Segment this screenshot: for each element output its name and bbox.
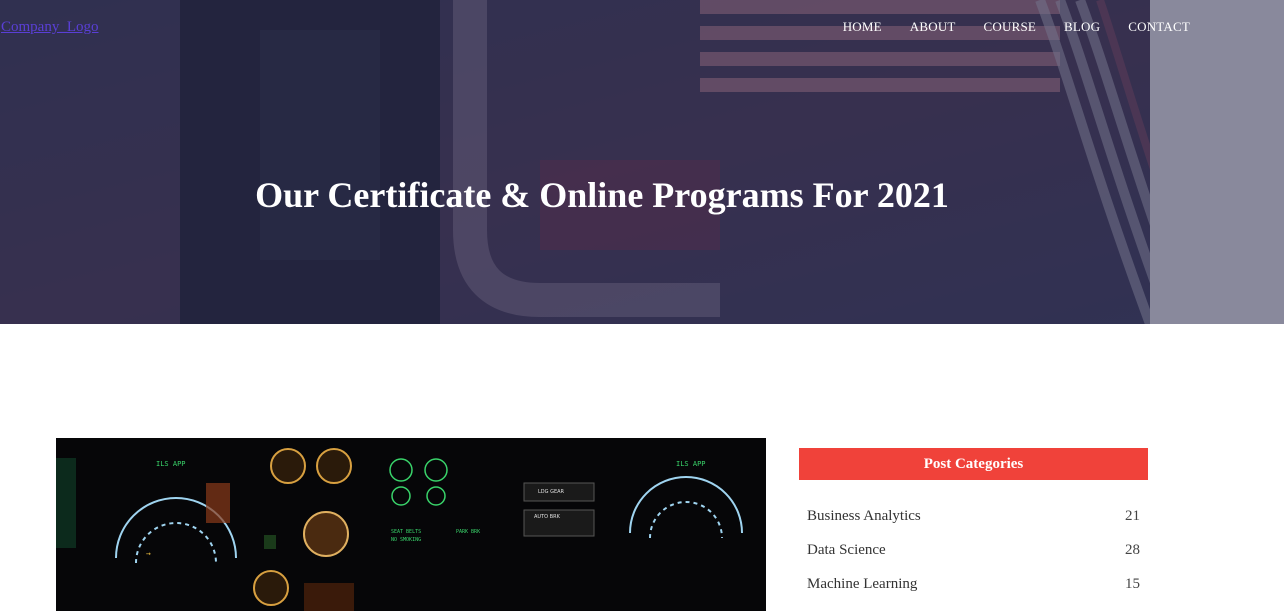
post-categories-heading: Post Categories bbox=[799, 448, 1148, 480]
category-count: 28 bbox=[1125, 542, 1140, 558]
page-title: Our Certificate & Online Programs For 20… bbox=[255, 175, 949, 215]
svg-text:→: → bbox=[146, 549, 151, 558]
category-name[interactable]: Machine Learning bbox=[807, 570, 917, 604]
category-name[interactable]: Business Analytics bbox=[807, 502, 921, 536]
svg-text:SEAT BELTS: SEAT BELTS bbox=[391, 529, 421, 535]
category-count: 15 bbox=[1125, 576, 1140, 592]
sidebar: Post Categories Business Analytics 21 Da… bbox=[799, 448, 1148, 604]
post-featured-image[interactable]: ILS APP → SEAT BELTS PARK BRK NO SMOKING… bbox=[56, 438, 766, 611]
svg-text:LDG GEAR: LDG GEAR bbox=[538, 489, 565, 495]
svg-text:PARK BRK: PARK BRK bbox=[456, 529, 480, 535]
svg-text:ILS APP: ILS APP bbox=[156, 460, 186, 468]
nav-about[interactable]: ABOUT bbox=[910, 19, 956, 35]
svg-text:AUTO BRK: AUTO BRK bbox=[534, 514, 561, 520]
main-nav: HOME ABOUT COURSE BLOG CONTACT bbox=[843, 19, 1190, 35]
hero-banner: Company_Logo HOME ABOUT COURSE BLOG CONT… bbox=[0, 0, 1284, 324]
svg-text:ILS APP: ILS APP bbox=[676, 460, 706, 468]
category-item[interactable]: Data Science 28 bbox=[799, 536, 1148, 570]
cockpit-instruments-image: ILS APP → SEAT BELTS PARK BRK NO SMOKING… bbox=[56, 438, 766, 611]
category-item[interactable]: Business Analytics 21 bbox=[799, 502, 1148, 536]
category-count: 21 bbox=[1125, 508, 1140, 524]
hero-overlay bbox=[0, 0, 1284, 324]
category-name[interactable]: Data Science bbox=[807, 536, 886, 570]
nav-home[interactable]: HOME bbox=[843, 19, 882, 35]
company-logo-link[interactable]: Company_Logo bbox=[1, 19, 99, 36]
nav-course[interactable]: COURSE bbox=[984, 19, 1037, 35]
svg-text:NO SMOKING: NO SMOKING bbox=[391, 537, 421, 543]
category-item[interactable]: Machine Learning 15 bbox=[799, 570, 1148, 604]
categories-list: Business Analytics 21 Data Science 28 Ma… bbox=[799, 502, 1148, 604]
nav-blog[interactable]: BLOG bbox=[1064, 19, 1100, 35]
nav-contact[interactable]: CONTACT bbox=[1128, 19, 1190, 35]
